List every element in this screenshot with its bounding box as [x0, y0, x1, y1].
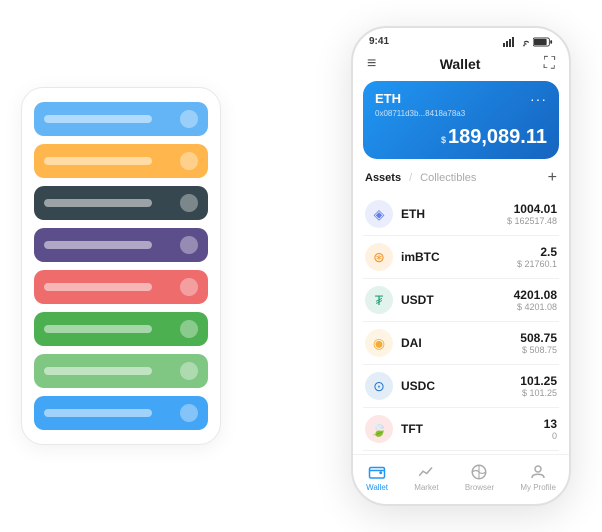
asset-list-item[interactable]: 🍃 TFT130 — [363, 408, 559, 451]
eth-balance: $189,089.11 — [375, 126, 547, 149]
asset-amount-usd: 0 — [544, 431, 557, 441]
scene: 9:41 — [21, 16, 581, 516]
card-row — [34, 270, 208, 304]
nav-browser[interactable]: Browser — [465, 463, 494, 492]
asset-name: imBTC — [401, 250, 517, 264]
wallet-icon — [368, 463, 386, 481]
asset-name: USDC — [401, 379, 520, 393]
bottom-nav: Wallet Market Browser — [353, 454, 569, 504]
asset-name: USDT — [401, 293, 514, 307]
asset-list-item[interactable]: ⊙ USDC101.25$ 101.25 — [363, 365, 559, 408]
nav-market-label: Market — [414, 483, 438, 492]
asset-amount-main: 4201.08 — [514, 288, 557, 302]
asset-amount-main: 1004.01 — [507, 202, 557, 216]
asset-icon: ◉ — [365, 329, 393, 357]
assets-header: Assets / Collectibles + — [353, 169, 569, 193]
tab-collectibles[interactable]: Collectibles — [420, 172, 476, 184]
nav-browser-label: Browser — [465, 483, 494, 492]
phone-header: ≡ Wallet ⛶ — [353, 51, 569, 81]
asset-amounts: 508.75$ 508.75 — [520, 331, 557, 355]
asset-amount-usd: $ 21760.1 — [517, 259, 557, 269]
menu-icon[interactable]: ≡ — [367, 55, 376, 73]
asset-amount-main: 508.75 — [520, 331, 557, 345]
card-row — [34, 144, 208, 178]
card-row — [34, 396, 208, 430]
asset-list-item[interactable]: ◉ DAI508.75$ 508.75 — [363, 322, 559, 365]
profile-icon — [529, 463, 547, 481]
eth-card-top: ETH ··· — [375, 91, 547, 107]
card-row — [34, 354, 208, 388]
asset-amount-main: 13 — [544, 417, 557, 431]
phone-mockup: 9:41 — [351, 26, 571, 506]
eth-card[interactable]: ETH ··· 0x08711d3b...8418a78a3 $189,089.… — [363, 81, 559, 159]
browser-icon — [470, 463, 488, 481]
asset-amounts: 1004.01$ 162517.48 — [507, 202, 557, 226]
nav-wallet-label: Wallet — [366, 483, 388, 492]
eth-balance-currency: $ — [441, 135, 446, 145]
asset-icon: ₮ — [365, 286, 393, 314]
nav-market[interactable]: Market — [414, 463, 438, 492]
battery-icon — [533, 37, 553, 47]
nav-wallet[interactable]: Wallet — [366, 463, 388, 492]
eth-card-label: ETH — [375, 91, 401, 106]
eth-balance-amount: 189,089.11 — [448, 126, 547, 148]
nav-profile[interactable]: My Profile — [520, 463, 556, 492]
add-asset-button[interactable]: + — [548, 169, 557, 187]
asset-list-item[interactable]: ⊛ imBTC2.5$ 21760.1 — [363, 236, 559, 279]
asset-amounts: 130 — [544, 417, 557, 441]
wifi-icon — [518, 37, 530, 47]
card-row — [34, 186, 208, 220]
market-icon — [417, 463, 435, 481]
tab-assets[interactable]: Assets — [365, 172, 401, 184]
asset-icon: ⊙ — [365, 372, 393, 400]
time-display: 9:41 — [369, 36, 389, 47]
assets-tabs: Assets / Collectibles — [365, 172, 476, 184]
asset-amount-usd: $ 4201.08 — [514, 302, 557, 312]
asset-list: ◈ ETH1004.01$ 162517.48 ⊛ imBTC2.5$ 21760.1… — [353, 193, 569, 454]
tab-divider: / — [409, 172, 412, 184]
page-title: Wallet — [376, 56, 543, 72]
card-stack — [21, 87, 221, 445]
asset-amounts: 101.25$ 101.25 — [520, 374, 557, 398]
asset-amount-main: 2.5 — [517, 245, 557, 259]
asset-icon: 🍃 — [365, 415, 393, 443]
asset-amount-main: 101.25 — [520, 374, 557, 388]
card-row — [34, 228, 208, 262]
asset-list-item[interactable]: ◈ ETH1004.01$ 162517.48 — [363, 193, 559, 236]
asset-name: TFT — [401, 422, 544, 436]
asset-list-item[interactable]: ₮ USDT4201.08$ 4201.08 — [363, 279, 559, 322]
eth-address: 0x08711d3b...8418a78a3 — [375, 109, 547, 118]
status-icons — [503, 37, 553, 47]
status-bar: 9:41 — [353, 28, 569, 51]
asset-amounts: 4201.08$ 4201.08 — [514, 288, 557, 312]
asset-name: DAI — [401, 336, 520, 350]
asset-amount-usd: $ 162517.48 — [507, 216, 557, 226]
card-row — [34, 102, 208, 136]
card-row — [34, 312, 208, 346]
asset-icon: ⊛ — [365, 243, 393, 271]
expand-icon[interactable]: ⛶ — [544, 55, 555, 73]
eth-card-menu[interactable]: ··· — [530, 91, 547, 107]
signal-icon — [503, 37, 515, 47]
asset-icon: ◈ — [365, 200, 393, 228]
nav-profile-label: My Profile — [520, 483, 556, 492]
asset-amounts: 2.5$ 21760.1 — [517, 245, 557, 269]
asset-name: ETH — [401, 207, 507, 221]
asset-amount-usd: $ 508.75 — [520, 345, 557, 355]
asset-amount-usd: $ 101.25 — [520, 388, 557, 398]
